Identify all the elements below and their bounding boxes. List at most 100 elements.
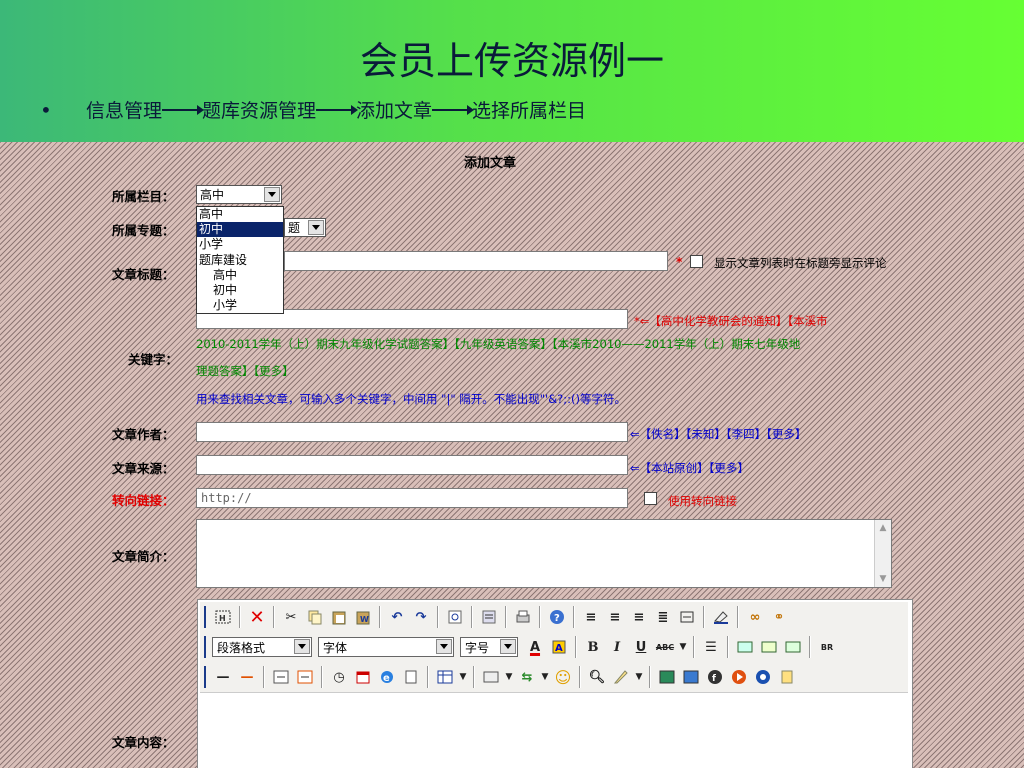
indent-icon[interactable]: [734, 636, 756, 658]
special-char-icon[interactable]: ⇆: [516, 666, 538, 688]
print-icon[interactable]: [512, 606, 534, 628]
delete-icon[interactable]: ✕: [246, 606, 268, 628]
author-suggestions[interactable]: ⇐【佚名】【未知】【李四】【更多】: [630, 426, 806, 442]
breadcrumb-item: 添加文章: [356, 100, 433, 122]
attachment-icon[interactable]: [776, 666, 798, 688]
align-left-icon[interactable]: ≡: [580, 606, 602, 628]
paragraph-format-value: 段落格式: [217, 640, 266, 655]
paragraph-icon[interactable]: [270, 666, 292, 688]
align-right-icon[interactable]: ≡: [628, 606, 650, 628]
align-center-icon[interactable]: ≡: [604, 606, 626, 628]
font-color-icon[interactable]: A: [524, 636, 546, 658]
column-option[interactable]: 初中: [197, 222, 283, 238]
calendar-icon[interactable]: [352, 666, 374, 688]
copy-icon[interactable]: [304, 606, 326, 628]
toolbar-separator: [473, 666, 475, 688]
redirect-url-input[interactable]: http://: [196, 488, 628, 508]
clear-format-icon[interactable]: [710, 606, 732, 628]
font-size-select[interactable]: 字号: [460, 637, 518, 657]
column-select[interactable]: 高中: [196, 185, 282, 204]
chevron-down-icon[interactable]: ▼: [540, 666, 550, 688]
keywords-suggestions-line3[interactable]: 理题答案】【更多】: [196, 363, 294, 379]
column-option[interactable]: 小学: [197, 298, 283, 313]
redo-icon[interactable]: ↷: [410, 606, 432, 628]
column-option[interactable]: 小学: [197, 237, 283, 252]
strikethrough-icon[interactable]: ABC: [654, 636, 676, 658]
image-edit-icon[interactable]: [610, 666, 632, 688]
chevron-down-icon[interactable]: ▼: [634, 666, 644, 688]
undo-icon[interactable]: ↶: [386, 606, 408, 628]
paste-icon[interactable]: [328, 606, 350, 628]
toolbar-separator: [263, 666, 265, 688]
gallery-icon[interactable]: [680, 666, 702, 688]
toolbar-separator: [437, 606, 439, 628]
scroll-down-icon[interactable]: ▼: [876, 572, 890, 586]
insert-box-icon[interactable]: [676, 606, 698, 628]
author-input[interactable]: [196, 422, 628, 442]
topic-select[interactable]: 题: [284, 218, 326, 237]
summary-textarea[interactable]: ▲ ▼: [196, 519, 892, 588]
svg-text:e: e: [383, 673, 390, 684]
show-comment-checkbox[interactable]: [690, 255, 703, 268]
help-icon[interactable]: ?: [546, 606, 568, 628]
document-icon[interactable]: [400, 666, 422, 688]
media-player-icon[interactable]: [728, 666, 750, 688]
underline-icon[interactable]: U: [630, 636, 652, 658]
find-icon[interactable]: [444, 606, 466, 628]
flash-icon[interactable]: f: [704, 666, 726, 688]
keywords-suggestions-line2[interactable]: 2010-2011学年（上）期末九年级化学试题答案】【九年级英语答案】【本溪市2…: [196, 336, 800, 352]
line-break-icon[interactable]: BR: [816, 636, 838, 658]
highlight-icon[interactable]: A: [548, 636, 570, 658]
table-icon[interactable]: [434, 666, 456, 688]
svg-text:W: W: [360, 615, 369, 624]
column-option[interactable]: 高中: [197, 207, 283, 222]
column-option[interactable]: 初中: [197, 283, 283, 298]
column-option[interactable]: 高中: [197, 268, 283, 283]
article-title-input[interactable]: [284, 251, 668, 271]
redirect-checkbox[interactable]: [644, 492, 657, 505]
source-input[interactable]: [196, 455, 628, 475]
source-icon[interactable]: H: [212, 606, 234, 628]
editor-content-area[interactable]: [200, 692, 908, 768]
chevron-down-icon: [294, 639, 310, 654]
rule-gray-icon[interactable]: —: [212, 666, 234, 688]
heading-icon[interactable]: [294, 666, 316, 688]
justify-icon[interactable]: ≣: [652, 606, 674, 628]
browser-icon[interactable]: e: [376, 666, 398, 688]
unlink-icon[interactable]: ⚭: [768, 606, 790, 628]
image-icon[interactable]: [656, 666, 678, 688]
realplayer-icon[interactable]: [752, 666, 774, 688]
list-icon[interactable]: [782, 636, 804, 658]
form-icon[interactable]: [480, 666, 502, 688]
outdent-icon[interactable]: [758, 636, 780, 658]
link-icon[interactable]: ∞: [744, 606, 766, 628]
select-all-icon[interactable]: [478, 606, 500, 628]
column-dropdown[interactable]: 高中 初中 小学 题库建设 高中 初中 小学: [196, 206, 284, 315]
rule-orange-icon[interactable]: —: [236, 666, 258, 688]
chevron-down-icon[interactable]: ▼: [458, 666, 468, 688]
toolbar-separator: [273, 606, 275, 628]
article-form-screenshot: 添加文章 所属栏目： 高中 高中 初中 小学 题库建设 高中 初中 小学 所属专题： 题 文…: [0, 142, 1024, 768]
chevron-down-icon[interactable]: ▼: [678, 636, 688, 658]
zoom-icon[interactable]: 🔍︎: [586, 666, 608, 688]
bold-icon[interactable]: B: [582, 636, 604, 658]
chevron-down-icon[interactable]: ▼: [504, 666, 514, 688]
emoticon-icon[interactable]: ☺: [552, 666, 574, 688]
arrow-icon: [162, 104, 205, 115]
clock-icon[interactable]: ◷: [328, 666, 350, 688]
topic-label: 所属专题：: [112, 223, 175, 238]
paste-word-icon[interactable]: W: [352, 606, 374, 628]
italic-icon[interactable]: I: [606, 636, 628, 658]
scroll-up-icon[interactable]: ▲: [876, 521, 890, 535]
required-marker: *: [676, 255, 683, 269]
column-option[interactable]: 题库建设: [197, 253, 283, 268]
paragraph-format-select[interactable]: 段落格式: [212, 637, 312, 657]
cut-icon[interactable]: ✂: [280, 606, 302, 628]
redirect-checkbox-label: 使用转向链接: [668, 494, 737, 508]
svg-text:?: ?: [554, 613, 560, 624]
horizontal-rule-icon[interactable]: ☰: [700, 636, 722, 658]
keywords-suggestions-text: *⇐【高中化学教研会的通知】【本溪市: [634, 314, 828, 328]
font-select[interactable]: 字体: [318, 637, 454, 657]
summary-scrollbar[interactable]: ▲ ▼: [874, 520, 891, 587]
source-suggestions[interactable]: ⇐【本站原创】【更多】: [630, 460, 749, 476]
